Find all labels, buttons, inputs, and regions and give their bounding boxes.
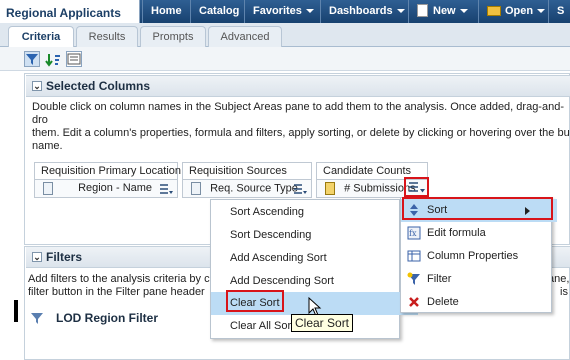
- filters-title: Filters: [46, 250, 83, 264]
- nav-new-label: New: [433, 5, 456, 17]
- nav-home-label: Home: [151, 5, 182, 17]
- tab-criteria[interactable]: Criteria: [8, 26, 74, 48]
- nav-new[interactable]: New: [408, 0, 476, 23]
- column-options-button-highlighted[interactable]: [404, 177, 429, 197]
- nav-catalog[interactable]: Catalog: [190, 0, 247, 23]
- nav-dashboards-label: Dashboards: [329, 5, 393, 17]
- help-line: Add filters to the analysis criteria by …: [28, 273, 210, 285]
- help-line: them. Edit a column's properties, formul…: [32, 127, 570, 139]
- criteria-toolbar: [0, 47, 570, 71]
- filter-icon: [407, 272, 421, 286]
- column-region-name[interactable]: Region - Name: [34, 180, 178, 198]
- nav-dashboards[interactable]: Dashboards: [320, 0, 413, 23]
- nav-home[interactable]: Home: [142, 0, 190, 23]
- collapse-icon[interactable]: ⌄: [32, 81, 42, 91]
- xml-icon[interactable]: [66, 51, 82, 67]
- column-options-icon[interactable]: [159, 183, 173, 198]
- filter-item-lod-region[interactable]: LOD Region Filter: [56, 311, 158, 325]
- app-title-tab[interactable]: Regional Applicants: [0, 0, 140, 24]
- column-options-icon[interactable]: [293, 183, 307, 198]
- help-line: is: [560, 286, 568, 298]
- selected-columns-help: Double click on column names in the Subj…: [32, 101, 570, 153]
- clear-sort-callout: [226, 290, 284, 312]
- column-icon: [43, 182, 53, 195]
- nav-catalog-label: Catalog: [199, 5, 240, 17]
- tab-prompts[interactable]: Prompts: [140, 26, 206, 47]
- column-folder-header: Requisition Primary Location: [34, 162, 181, 180]
- chevron-down-icon: [459, 9, 468, 14]
- help-line: name.: [32, 140, 63, 152]
- menu-item-delete[interactable]: Delete: [401, 291, 557, 314]
- folder-icon: [487, 6, 501, 16]
- filters-help-tail: is: [560, 286, 568, 299]
- menu-item-sort-descending[interactable]: Sort Descending: [211, 224, 418, 247]
- menu-item-add-ascending-sort[interactable]: Add Ascending Sort: [211, 247, 418, 270]
- nav-open-label: Open: [505, 5, 534, 17]
- tab-advanced[interactable]: Advanced: [208, 26, 282, 47]
- nav-favorites[interactable]: Favorites: [244, 0, 322, 23]
- menu-item-column-properties[interactable]: Column Properties: [401, 245, 557, 268]
- delete-icon: [407, 295, 421, 309]
- new-document-icon: [417, 4, 428, 17]
- formula-icon: fx: [407, 226, 421, 240]
- selected-columns-title: Selected Columns: [46, 79, 151, 93]
- chevron-down-icon: [305, 9, 314, 14]
- measure-icon: [325, 182, 335, 195]
- column-name: Req. Source Type: [210, 182, 298, 195]
- nav-favorites-label: Favorites: [253, 5, 302, 17]
- column-icon: [191, 182, 201, 195]
- svg-text:fx: fx: [409, 229, 417, 238]
- nav-open[interactable]: Open: [478, 0, 553, 23]
- menu-item-edit-formula[interactable]: fx Edit formula: [401, 222, 557, 245]
- collapse-icon[interactable]: ⌄: [32, 252, 42, 262]
- menu-item-sort-ascending[interactable]: Sort Ascending: [211, 201, 418, 224]
- selected-columns-header[interactable]: ⌄ Selected Columns: [26, 75, 570, 97]
- nav-more[interactable]: S: [548, 0, 570, 23]
- column-folder-header: Requisition Sources: [182, 162, 312, 180]
- chevron-down-icon: [396, 9, 405, 14]
- help-line: filter button in the Filter pane header: [28, 286, 205, 298]
- tooltip: Clear Sort: [291, 314, 354, 332]
- filter-funnel-icon[interactable]: [24, 51, 40, 67]
- column-req-source-type[interactable]: Req. Source Type: [182, 180, 312, 198]
- pane-splitter[interactable]: [14, 300, 18, 322]
- filters-help: Add filters to the analysis criteria by …: [28, 273, 218, 299]
- tab-results[interactable]: Results: [76, 26, 138, 47]
- nav-more-label: S: [557, 5, 565, 17]
- chevron-down-icon: [537, 9, 546, 14]
- properties-icon: [407, 249, 421, 263]
- sort-order-icon[interactable]: [44, 51, 60, 67]
- menu-item-filter[interactable]: Filter: [401, 268, 557, 291]
- filter-funnel-icon: [30, 311, 44, 325]
- column-name: Region - Name: [78, 182, 153, 195]
- sort-callout: [402, 197, 553, 220]
- help-line: Double click on column names in the Subj…: [32, 101, 564, 126]
